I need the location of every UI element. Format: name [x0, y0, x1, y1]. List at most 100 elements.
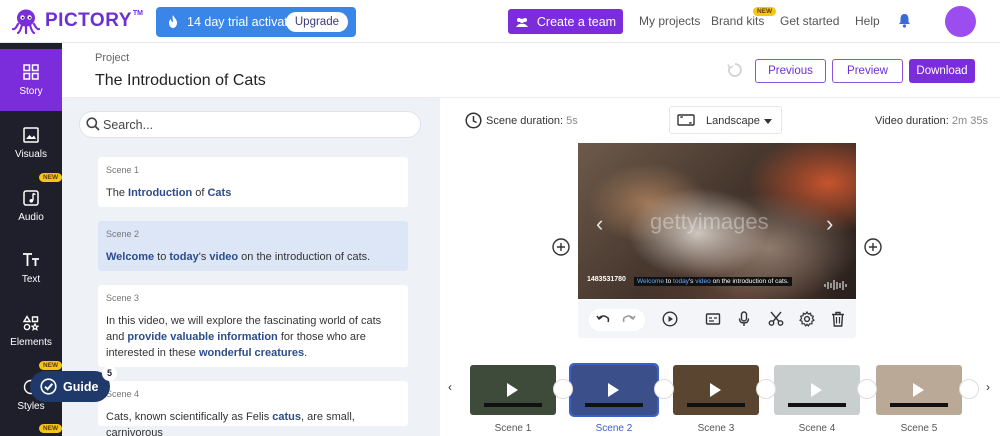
scissors-icon[interactable]	[768, 311, 784, 327]
sidebar-extra-new-badge: NEW	[39, 424, 63, 433]
layers-icon[interactable]	[756, 379, 776, 399]
scene-number: Scene 3	[106, 293, 140, 303]
sidebar-item-elements[interactable]: Elements	[0, 300, 62, 362]
scene-card-1[interactable]: Scene 1 The Introduction of Cats	[98, 157, 408, 207]
thumb-caption-bar	[687, 403, 745, 407]
sidebar-label-styles: Styles	[17, 400, 45, 412]
text-run: of	[192, 187, 208, 199]
image-icon	[23, 126, 39, 143]
timeline-thumb-1[interactable]	[470, 365, 556, 415]
timeline-next-icon[interactable]: ›	[986, 380, 990, 394]
preview-caption[interactable]: Welcome to today's video on the introduc…	[634, 277, 792, 286]
shapes-icon	[23, 314, 39, 331]
timeline-thumb-5[interactable]	[876, 365, 962, 415]
add-scene-after-icon[interactable]	[864, 238, 882, 256]
highlighted-word: catus	[272, 411, 302, 423]
sidebar-item-text[interactable]: Text	[0, 237, 62, 299]
redo-icon[interactable]	[622, 311, 636, 327]
timeline-thumb-3[interactable]	[673, 365, 759, 415]
brand-tm: TM	[132, 9, 144, 17]
highlighted-word: Introduction	[128, 187, 193, 199]
upgrade-button[interactable]: Upgrade	[285, 12, 348, 32]
sidebar-label-text: Text	[21, 273, 41, 285]
top-bar	[0, 0, 1000, 43]
scene-duration-value: 5s	[566, 115, 578, 127]
undo-icon[interactable]	[596, 311, 610, 327]
download-button[interactable]: Download	[909, 59, 975, 83]
scene-text[interactable]: The Introduction of Cats	[106, 185, 402, 201]
timeline-label-2: Scene 2	[595, 423, 633, 434]
scene-text[interactable]: In this video, we will explore the fasci…	[106, 313, 402, 361]
flame-icon	[169, 15, 177, 28]
play-icon[interactable]	[662, 311, 678, 327]
timeline-thumb-2[interactable]	[569, 363, 659, 417]
audio-wave-icon	[824, 280, 847, 290]
timeline-thumb-4[interactable]	[774, 365, 860, 415]
nav-help[interactable]: Help	[855, 14, 880, 28]
sidebar-label-audio: Audio	[18, 211, 44, 223]
sidebar-label-visuals: Visuals	[14, 148, 48, 160]
thumb-caption-bar	[890, 403, 948, 407]
video-preview[interactable]: gettyimages ‹ › 1483531780 Welcome to to…	[578, 143, 856, 299]
preview-button[interactable]: Preview	[832, 59, 903, 83]
scene-card-3[interactable]: Scene 3 In this video, we will explore t…	[98, 285, 408, 367]
chevron-down-icon	[764, 119, 772, 124]
watermark: gettyimages	[650, 209, 769, 234]
highlighted-word: Welcome	[106, 251, 155, 263]
user-avatar[interactable]	[945, 6, 976, 37]
settings-gear-icon[interactable]	[799, 311, 815, 327]
timeline-label-5: Scene 5	[900, 423, 938, 434]
bell-icon[interactable]	[898, 13, 911, 28]
create-team-button[interactable]: Create a team	[508, 9, 623, 34]
clock-icon	[465, 112, 482, 129]
scene-card-4[interactable]: Scene 4 Cats, known scientifically as Fe…	[98, 381, 408, 436]
search-icon	[86, 117, 100, 131]
sidebar-item-story[interactable]: Story	[0, 49, 62, 111]
chevron-right-icon[interactable]: ›	[826, 211, 833, 237]
chevron-left-icon[interactable]: ‹	[596, 211, 603, 237]
previous-button[interactable]: Previous	[755, 59, 826, 83]
nav-brand-kits[interactable]: Brand kits	[711, 14, 764, 28]
play-icon	[913, 383, 924, 397]
music-note-icon	[23, 189, 39, 206]
octopus-logo-icon	[12, 9, 40, 34]
logo[interactable]: PICTORY TM	[12, 8, 143, 34]
scene-card-2[interactable]: Scene 2 Welcome to today's video on the …	[98, 221, 408, 271]
image-id: 1483531780	[587, 276, 626, 283]
text-run: on the introduction of cats.	[238, 251, 371, 263]
captions-icon[interactable]	[705, 311, 721, 327]
trash-icon[interactable]	[831, 311, 845, 327]
add-scene-before-icon[interactable]	[552, 238, 570, 256]
scene-text[interactable]: Cats, known scientifically as Felis catu…	[106, 409, 402, 436]
highlighted-word: wonderful creatures	[198, 347, 305, 359]
layers-icon[interactable]	[857, 379, 877, 399]
scene-number: Scene 1	[106, 165, 140, 175]
timeline-prev-icon[interactable]: ‹	[448, 380, 452, 394]
layers-icon[interactable]	[553, 379, 573, 399]
sync-icon	[727, 63, 742, 77]
sidebar-item-visuals[interactable]: Visuals	[0, 112, 62, 174]
microphone-icon[interactable]	[737, 311, 751, 327]
play-icon	[710, 383, 721, 397]
grid-icon	[23, 63, 39, 80]
text-run: to	[663, 278, 674, 285]
highlighted-word: video	[695, 278, 711, 285]
project-label: Project	[95, 52, 130, 64]
create-team-label: Create a team	[536, 14, 617, 29]
landscape-icon	[677, 114, 695, 126]
sidebar-item-audio[interactable]: Audio	[0, 175, 62, 237]
guide-button[interactable]: Guide	[30, 371, 110, 402]
highlighted-word: video	[209, 251, 239, 263]
search-input[interactable]	[103, 115, 353, 134]
scene-duration[interactable]: Scene duration: 5s	[486, 115, 578, 127]
project-title[interactable]: The Introduction of Cats	[95, 72, 266, 90]
layers-icon[interactable]	[959, 379, 979, 399]
nav-my-projects[interactable]: My projects	[639, 14, 700, 28]
text-icon	[23, 252, 39, 266]
nav-get-started[interactable]: Get started	[780, 14, 839, 28]
text-run: 's	[198, 251, 210, 263]
thumb-caption-bar	[484, 403, 542, 407]
thumb-caption-bar	[585, 403, 643, 407]
scene-text[interactable]: Welcome to today's video on the introduc…	[106, 249, 402, 265]
layers-icon[interactable]	[654, 379, 674, 399]
